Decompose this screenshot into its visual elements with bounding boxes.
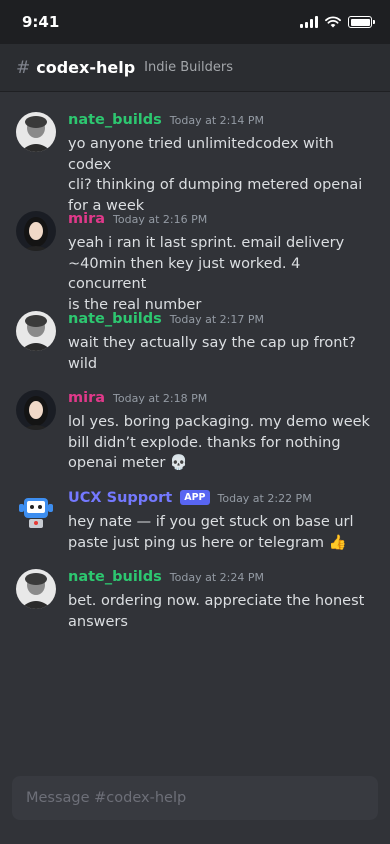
app-badge: APP: [180, 490, 210, 505]
bot-avatar[interactable]: [16, 490, 56, 530]
channel-hash-icon: #: [16, 57, 31, 78]
battery-icon: [348, 16, 375, 28]
message-text: hey nate — if you get stuck on base url …: [68, 514, 354, 551]
author-name[interactable]: nate_builds: [68, 311, 162, 327]
message-timestamp: Today at 2:22 PM: [217, 492, 312, 505]
wifi-icon: [325, 16, 341, 28]
avatar[interactable]: [16, 311, 56, 351]
message-timestamp: Today at 2:14 PM: [169, 114, 264, 127]
avatar[interactable]: [16, 569, 56, 609]
message-timestamp: Today at 2:24 PM: [169, 571, 264, 584]
message-text: bet. ordering now. appreciate the honest…: [68, 593, 365, 630]
status-bar: 9:41: [0, 0, 390, 44]
author-name[interactable]: nate_builds: [68, 569, 162, 585]
author-name[interactable]: UCX Support: [68, 490, 172, 506]
author-name[interactable]: mira: [68, 211, 105, 227]
channel-name[interactable]: codex-help: [36, 58, 135, 77]
author-name[interactable]: mira: [68, 390, 105, 406]
status-icons: [300, 16, 375, 28]
avatar[interactable]: [16, 211, 56, 251]
message-text: yeah i ran it last sprint. email deliver…: [68, 235, 345, 313]
server-name: Indie Builders: [144, 60, 233, 75]
message-text: lol yes. boring packaging. my demo week …: [68, 414, 370, 471]
message-timestamp: Today at 2:18 PM: [113, 392, 208, 405]
message-timestamp: Today at 2:17 PM: [169, 313, 264, 326]
cellular-signal-icon: [300, 16, 318, 28]
message-input[interactable]: Message #codex-help: [12, 776, 378, 820]
channel-header: # codex-help Indie Builders: [0, 44, 390, 92]
status-time: 9:41: [22, 13, 60, 31]
message-timestamp: Today at 2:16 PM: [113, 213, 208, 226]
message-text: wait they actually say the cap up front?…: [68, 335, 356, 372]
avatar[interactable]: [16, 390, 56, 430]
message-text: yo anyone tried unlimitedcodex with code…: [68, 136, 363, 214]
avatar[interactable]: [16, 112, 56, 152]
author-name[interactable]: nate_builds: [68, 112, 162, 128]
